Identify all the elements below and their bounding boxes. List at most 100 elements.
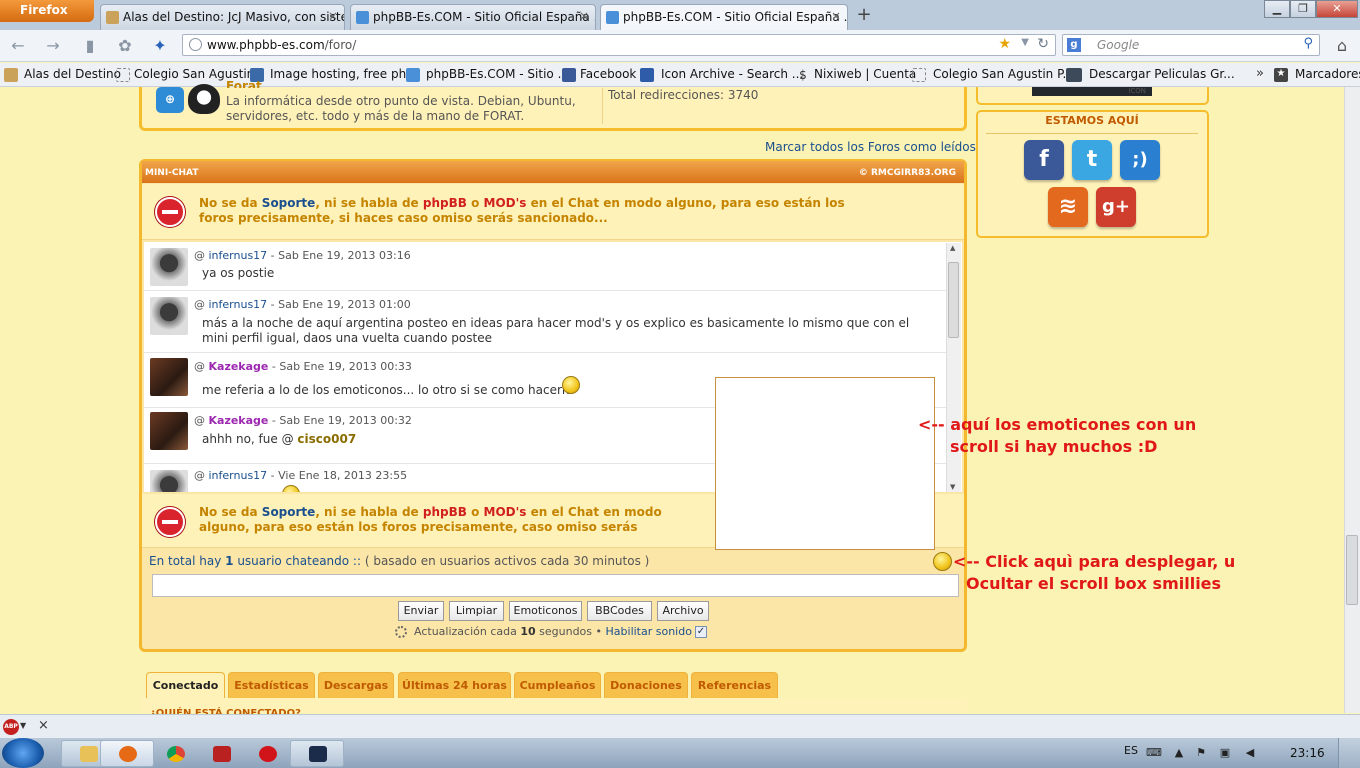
bookmark-peliculas[interactable]: Descargar Peliculas Gr... <box>1066 67 1235 82</box>
username-link[interactable]: Kazekage <box>209 414 269 427</box>
tab-descargas[interactable]: Descargas <box>318 672 394 699</box>
forat-title[interactable]: Forat <box>226 79 262 88</box>
bookmark-alas-del-destino[interactable]: Alas del Destino <box>4 67 121 82</box>
bookmarks-more-icon[interactable]: » <box>1256 66 1264 81</box>
tab-alas-del-destino[interactable]: Alas del Destino: JcJ Masivo, con siste.… <box>100 4 345 30</box>
who-is-online-heading: ¿QUIÉN ESTÁ CONECTADO? <box>140 698 967 719</box>
page-scrollbar[interactable] <box>1344 87 1360 713</box>
tab-phpbb-1[interactable]: phpBB-Es.COM - Sitio Oficial España ... … <box>350 4 596 30</box>
mini-chat-title: MINI-CHAT <box>145 168 199 178</box>
mini-chat-credit: © RMCGIRR83.ORG <box>858 168 956 178</box>
bookmark-nixiweb[interactable]: $ Nixiweb | Cuenta <box>796 67 916 82</box>
online-users-line: En total hay 1 usuario chateando :: ( ba… <box>149 554 650 568</box>
home-icon[interactable]: ⌂ <box>1332 36 1352 56</box>
dropdown-icon[interactable]: ▼ <box>1021 37 1029 48</box>
bookmark-facebook[interactable]: Facebook <box>562 67 636 82</box>
bookmarks-menu-button[interactable]: ★ Marcadores <box>1274 67 1360 82</box>
archive-button[interactable]: Archivo <box>657 601 709 621</box>
rss-icon[interactable]: ≋ <box>1048 187 1088 227</box>
firefox-menu-button[interactable]: Firefox <box>0 0 94 22</box>
mark-forums-read-link[interactable]: Marcar todos los Foros como leídos <box>765 140 976 154</box>
update-interval-text: Actualización cada 10 segundos • Habilit… <box>414 625 692 638</box>
tab-close-icon[interactable]: × <box>831 9 841 23</box>
taskbar-photoshop[interactable] <box>290 740 344 767</box>
maximize-button[interactable]: ❐ <box>1290 0 1316 18</box>
tab-phpbb-2[interactable]: phpBB-Es.COM - Sitio Oficial España ... … <box>600 4 848 30</box>
signal-icon[interactable]: ▮ <box>80 36 100 56</box>
tab-conectado[interactable]: Conectado <box>146 672 225 699</box>
username-link[interactable]: Kazekage <box>209 360 269 373</box>
back-icon[interactable]: ← <box>8 36 28 56</box>
close-addon-bar-icon[interactable]: × <box>38 718 49 733</box>
bbcodes-button[interactable]: BBCodes <box>587 601 652 621</box>
search-input[interactable]: g Google ⚲ <box>1062 34 1320 56</box>
tab-referencias[interactable]: Referencias <box>691 672 778 699</box>
enable-sound-checkbox[interactable]: ✓ <box>695 626 707 638</box>
forward-icon[interactable]: → <box>43 36 63 56</box>
tab-ultimas-24-horas[interactable]: Últimas 24 horas <box>398 672 511 699</box>
emoticons-scroll-box[interactable] <box>715 377 935 550</box>
show-desktop-button[interactable] <box>1338 738 1360 768</box>
tab-close-icon[interactable]: × <box>579 9 589 23</box>
toggle-smilies-icon[interactable] <box>933 552 952 571</box>
language-indicator[interactable]: ES <box>1124 744 1138 757</box>
start-button-icon[interactable] <box>2 738 44 768</box>
avatar <box>150 412 188 450</box>
scroll-up-icon[interactable]: ▲ <box>950 244 955 252</box>
tab-close-icon[interactable]: × <box>328 9 338 23</box>
clock[interactable]: 23:16 <box>1290 746 1325 760</box>
bookmark-phpbb[interactable]: phpBB-Es.COM - Sitio ... <box>406 67 569 82</box>
wink-icon[interactable]: ;) <box>1120 140 1160 180</box>
phpbb-icon <box>406 68 420 82</box>
bookmark-colegio-p[interactable]: Colegio San Agustin P... <box>912 67 1074 82</box>
facebook-icon[interactable]: f <box>1024 140 1064 180</box>
address-bar[interactable]: www.phpbb-es.com/foro/ ★ ▼ ↻ <box>182 34 1056 56</box>
keyboard-icon[interactable]: ⌨ <box>1146 746 1162 759</box>
tray-expand-icon[interactable]: ▲ <box>1172 746 1186 759</box>
minimize-button[interactable]: ▁ <box>1264 0 1290 18</box>
chat-message: @ infernus17 - Sab Ene 19, 2013 03:16 ya… <box>144 243 946 291</box>
send-button[interactable]: Enviar <box>398 601 444 621</box>
adblock-icon[interactable]: ABP <box>3 719 19 735</box>
message-text: me referia a lo de los emoticonos... lo … <box>202 383 573 397</box>
phpbb-icon <box>606 11 619 24</box>
flag-icon[interactable]: ⚑ <box>1194 746 1208 759</box>
google-plus-icon[interactable]: g+ <box>1096 187 1136 227</box>
taskbar-firefox[interactable] <box>100 740 154 767</box>
new-tab-button[interactable]: + <box>852 4 876 28</box>
network-icon[interactable]: ▣ <box>1218 746 1232 759</box>
enable-sound-label[interactable]: Habilitar sonido <box>606 625 692 638</box>
tab-estadisticas[interactable]: Estadísticas <box>228 672 315 699</box>
message-text: ahhh no, fue @ cisco007 <box>202 432 357 446</box>
addon-icon[interactable]: ✿ <box>115 36 135 56</box>
stop-icon <box>155 197 185 227</box>
page-scroll-thumb[interactable] <box>1346 535 1358 605</box>
sidebar-banner-image[interactable]: ICON <box>1032 87 1152 96</box>
chat-message-input[interactable] <box>152 574 959 597</box>
search-icon[interactable]: ⚲ <box>1303 36 1313 51</box>
rocket-icon[interactable]: ✦ <box>150 36 170 56</box>
username-link[interactable]: infernus17 <box>209 298 268 311</box>
twitter-icon[interactable]: t <box>1072 140 1112 180</box>
emoticons-button[interactable]: Emoticonos <box>509 601 582 621</box>
scroll-down-icon[interactable]: ▼ <box>950 483 955 491</box>
bookmark-star-icon[interactable]: ★ <box>998 36 1011 52</box>
tab-cumpleanos[interactable]: Cumpleaños <box>514 672 601 699</box>
google-icon[interactable]: g <box>1067 38 1081 52</box>
bookmark-icon-archive[interactable]: Icon Archive - Search ... <box>640 67 803 82</box>
tab-donaciones[interactable]: Donaciones <box>604 672 688 699</box>
taskbar-opera[interactable] <box>240 740 294 767</box>
dropdown-icon[interactable]: ▼ <box>20 721 26 730</box>
chat-scroll-thumb[interactable] <box>948 262 959 338</box>
message-meta: @ Kazekage - Sab Ene 19, 2013 00:32 <box>194 414 412 427</box>
bookmark-image-hosting[interactable]: Image hosting, free ph... <box>250 67 418 82</box>
bookmark-label: Marcadores <box>1295 67 1360 81</box>
volume-icon[interactable]: ◀ <box>1243 746 1257 759</box>
reload-icon[interactable]: ↻ <box>1037 36 1049 52</box>
close-window-button[interactable]: ✕ <box>1316 0 1358 18</box>
mention-link[interactable]: cisco007 <box>297 432 356 446</box>
username-link[interactable]: infernus17 <box>209 249 268 262</box>
clear-button[interactable]: Limpiar <box>449 601 504 621</box>
social-heading: ESTAMOS AQUÍ <box>986 114 1198 134</box>
username-link[interactable]: infernus17 <box>209 469 268 482</box>
